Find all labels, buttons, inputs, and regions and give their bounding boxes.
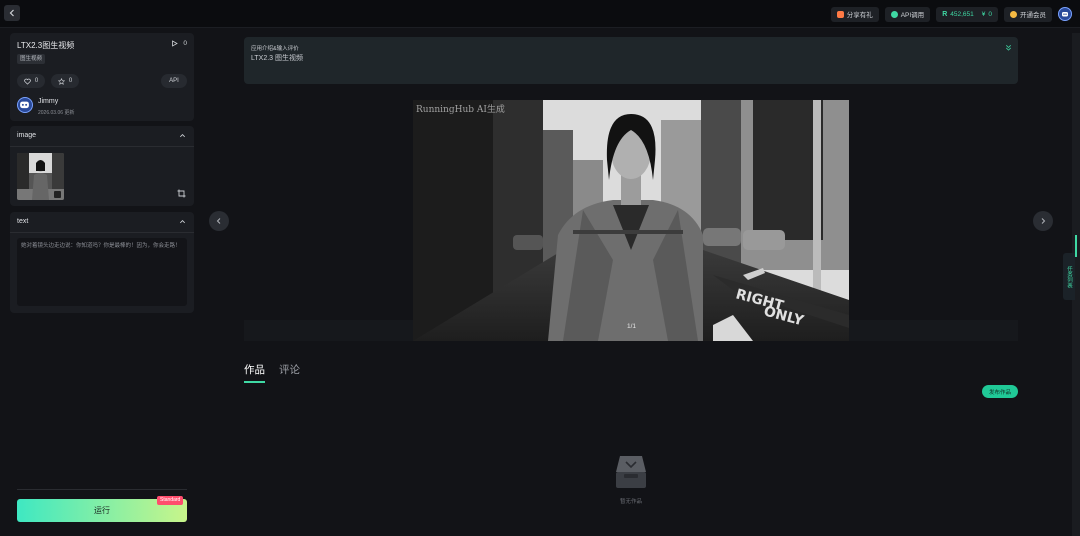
api-call-label: API调用 xyxy=(900,12,925,19)
app-title: LTX2.3图生视频 xyxy=(17,41,75,50)
coin-balance: 452,651 xyxy=(950,10,974,18)
api-call-button[interactable]: API调用 xyxy=(884,6,931,22)
text-input-card: text 她对着镜头边走边说：你知道吗？你是最棒的！因为，你会走路！ xyxy=(10,212,194,313)
app-intro-panel: 应用介绍&输入评价 LTX2.3 图生视频 xyxy=(244,37,1018,84)
content-tabs: 作品 评论 xyxy=(244,362,300,383)
yuan-icon: ¥ xyxy=(981,10,986,18)
image-section-title: image xyxy=(17,132,37,139)
empty-label: 暂无作品 xyxy=(619,499,642,505)
empty-box-icon xyxy=(616,456,646,488)
chevron-left-icon xyxy=(9,9,14,17)
prompt-textarea[interactable]: 她对着镜头边走边说：你知道吗？你是最棒的！因为，你会走路！ xyxy=(17,238,187,306)
watermark-text: RunningHub AI生成 xyxy=(416,103,505,115)
like-button[interactable]: 0 xyxy=(17,74,45,88)
tab-comments[interactable]: 评论 xyxy=(279,362,300,383)
tab-works[interactable]: 作品 xyxy=(244,362,265,383)
favorite-button[interactable]: 0 xyxy=(51,74,79,88)
gift-icon xyxy=(836,10,844,18)
star-count: 0 xyxy=(68,78,73,84)
publish-button[interactable]: 发布作品 xyxy=(982,385,1018,398)
chevron-left-icon xyxy=(216,218,221,224)
task-list-tab[interactable]: 任务列表 xyxy=(1063,253,1075,300)
result-image[interactable]: RIGHT ONLY RunningHub AI生成 1/1 xyxy=(413,100,849,341)
input-image-thumbnail[interactable] xyxy=(17,153,64,200)
page-counter: 1/1 xyxy=(627,323,637,330)
robot-face-icon xyxy=(20,101,29,109)
user-avatar[interactable] xyxy=(1058,7,1072,21)
app-info-card: LTX2.3图生视频 0 图生视频 0 0 API Jimmy 2026.03.… xyxy=(10,33,194,121)
api-button[interactable]: API xyxy=(161,74,187,88)
prev-button[interactable] xyxy=(209,211,229,231)
coin-icon: R xyxy=(942,10,948,18)
chevron-up-icon[interactable] xyxy=(179,132,186,139)
expand-icon[interactable] xyxy=(1005,44,1012,51)
update-date: 2026.03.06 更新 xyxy=(38,110,75,116)
image-input-card: image xyxy=(10,126,194,206)
street-photo: RIGHT ONLY RunningHub AI生成 xyxy=(413,100,849,341)
text-section-title: text xyxy=(17,218,29,225)
run-divider xyxy=(17,489,187,490)
section-divider xyxy=(10,232,194,233)
next-button[interactable] xyxy=(1033,211,1053,231)
play-icon xyxy=(172,40,179,47)
run-count: 0 xyxy=(171,40,187,47)
share-button[interactable]: 分享有礼 xyxy=(830,6,879,22)
chevron-up-icon[interactable] xyxy=(179,218,186,225)
category-tag: 图生视频 xyxy=(17,54,46,64)
intro-body: LTX2.3 图生视频 xyxy=(251,55,303,62)
chevron-right-icon xyxy=(1041,218,1046,224)
empty-state: 暂无作品 xyxy=(608,452,654,505)
run-count-value: 0 xyxy=(183,40,187,47)
intro-heading: 应用介绍&输入评价 xyxy=(251,46,299,52)
vip-button[interactable]: 开通会员 xyxy=(1004,6,1052,22)
crop-icon[interactable] xyxy=(177,189,186,198)
author-name[interactable]: Jimmy xyxy=(38,98,58,105)
yuan-balance: 0 xyxy=(988,10,992,18)
star-icon xyxy=(57,77,65,85)
photo-thumbnail xyxy=(17,153,64,200)
result-viewer: RIGHT ONLY RunningHub AI生成 1/1 xyxy=(244,100,1018,341)
back-button[interactable] xyxy=(4,5,20,21)
vip-label: 开通会员 xyxy=(1020,12,1046,19)
robot-face-icon xyxy=(1062,12,1068,17)
standard-badge: Standard xyxy=(157,496,184,505)
scrollbar-thumb[interactable] xyxy=(1075,235,1077,257)
share-label: 分享有礼 xyxy=(846,12,873,19)
crown-icon xyxy=(1010,10,1017,18)
heart-icon xyxy=(24,78,31,85)
author-avatar[interactable] xyxy=(17,97,33,113)
top-bar: 分享有礼 API调用 R 452,651 ¥ 0 开通会员 xyxy=(0,0,1080,28)
section-divider xyxy=(10,146,194,147)
like-count: 0 xyxy=(34,78,39,84)
shield-icon xyxy=(890,10,898,18)
wallet-button[interactable]: R 452,651 ¥ 0 xyxy=(936,6,998,22)
